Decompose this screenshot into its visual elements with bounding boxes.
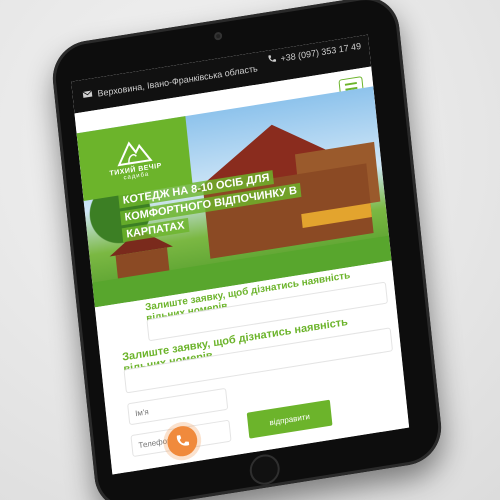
- mail-icon: [82, 88, 93, 102]
- tablet-mockup: Верховина, Івано-Франківська область +38…: [0, 0, 500, 500]
- tablet-screen: Верховина, Івано-Франківська область +38…: [71, 34, 410, 475]
- camera-dot: [213, 31, 223, 41]
- name-field[interactable]: [127, 387, 229, 426]
- phone-icon: [266, 53, 277, 67]
- home-button[interactable]: [248, 452, 282, 487]
- phone-number[interactable]: +38 (097) 353 17 49: [280, 41, 361, 64]
- phone-info[interactable]: +38 (097) 353 17 49: [266, 40, 362, 67]
- tablet-frame: Верховина, Івано-Франківська область +38…: [49, 0, 445, 500]
- logo-icon: [117, 140, 153, 166]
- submit-button[interactable]: відправити: [246, 399, 333, 439]
